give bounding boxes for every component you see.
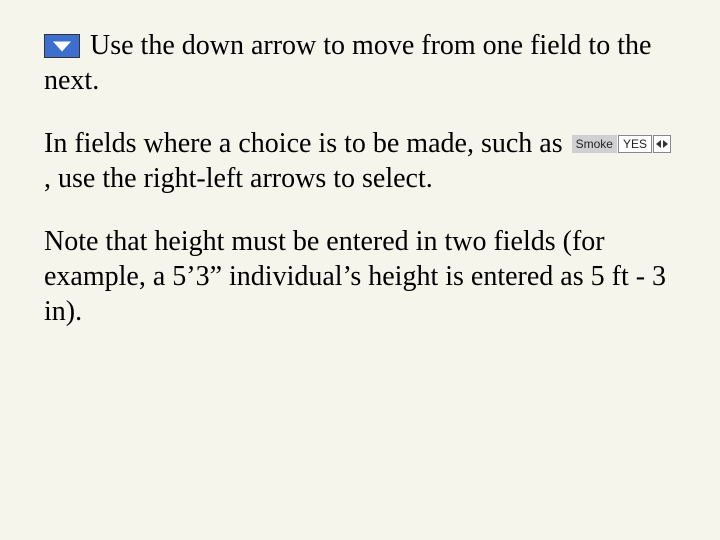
smoke-label: Smoke [572,135,617,153]
paragraph-3: Note that height must be entered in two … [44,224,676,329]
smoke-selector-widget: SmokeYES [572,135,671,153]
paragraph-2: In fields where a choice is to be made, … [44,126,676,196]
instruction-content: Use the down arrow to move from one fiel… [0,0,720,329]
smoke-value: YES [618,135,652,153]
paragraph-1: Use the down arrow to move from one fiel… [44,28,676,98]
triangle-left-icon [656,140,661,148]
triangle-right-icon [663,140,668,148]
para2-text-after: , use the right-left arrows to select. [44,163,433,194]
down-arrow-icon [44,34,80,58]
para2-text-before: In fields where a choice is to be made, … [44,128,570,159]
para3-text: Note that height must be entered in two … [44,226,666,327]
para1-text: Use the down arrow to move from one fiel… [44,30,651,96]
left-right-arrows-icon [653,135,671,153]
